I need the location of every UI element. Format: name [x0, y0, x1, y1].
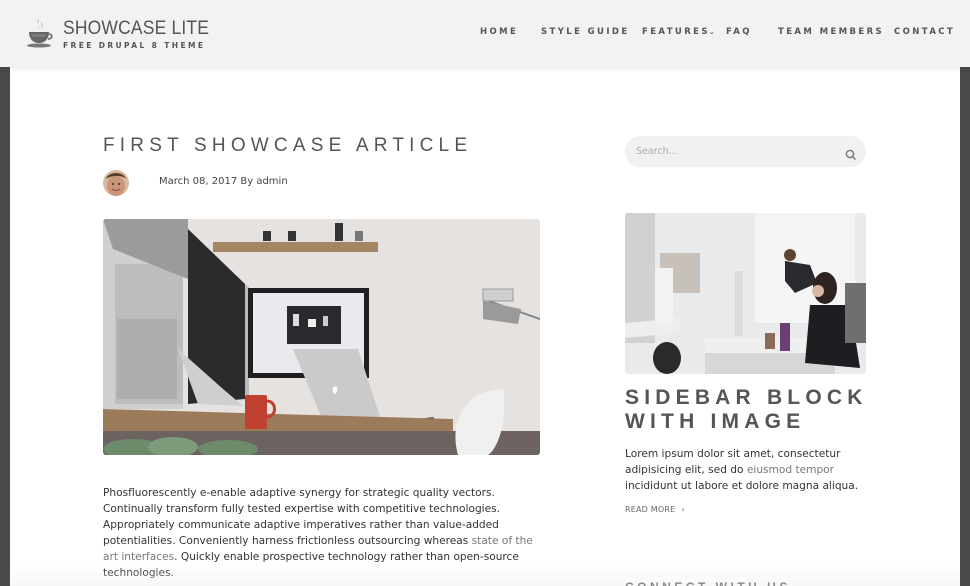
sidebar-block-image: [625, 213, 866, 374]
nav-item-faq[interactable]: FAQ: [726, 27, 752, 37]
nav-item-team-members[interactable]: TEAM MEMBERS: [778, 27, 884, 37]
article-title: FIRST SHOWCASE ARTICLE: [103, 135, 473, 156]
nav-item-style-guide[interactable]: STYLE GUIDE: [541, 27, 630, 37]
nav-item-features[interactable]: FEATURES⌄: [642, 27, 715, 37]
site-slogan: FREE DRUPAL 8 THEME: [63, 41, 206, 50]
nav-label: FEATURES: [642, 27, 710, 37]
chevron-right-icon: ›: [681, 505, 685, 514]
search-input[interactable]: [636, 143, 836, 160]
sidebar-block-text: Lorem ipsum dolor sit amet, consectetur …: [625, 446, 870, 494]
desk-workspace-image: [103, 219, 540, 455]
avatar-image: [103, 170, 129, 196]
sidebar-block-title: SIDEBAR BLOCK WITH IMAGE: [625, 386, 868, 433]
sidebar-text-part2: incididunt ut labore et dolore magna ali…: [625, 480, 859, 492]
author-avatar[interactable]: [103, 170, 129, 196]
sidebar-inline-link[interactable]: eiusmod tempor: [747, 464, 834, 476]
chevron-down-icon: ⌄: [708, 28, 715, 36]
body-text-part1: Phosfluorescently e-enable adaptive syne…: [103, 487, 501, 547]
nav-label: TEAM MEMBERS: [778, 27, 885, 37]
read-more-link[interactable]: READ MORE ›: [625, 505, 685, 514]
connect-heading: CONNECT WITH US: [625, 580, 791, 586]
search-icon[interactable]: [845, 146, 857, 161]
office-people-image: [625, 213, 866, 374]
nav-label: CONTACT: [894, 27, 956, 37]
nav-label: FAQ: [726, 27, 752, 37]
nav-label: STYLE GUIDE: [541, 27, 630, 37]
site-header: SHOWCASE LITE FREE DRUPAL 8 THEME HOME S…: [0, 0, 970, 67]
article-image: [103, 219, 540, 455]
nav-label: HOME: [480, 27, 519, 37]
nav-item-contact[interactable]: CONTACT: [894, 27, 955, 37]
article-meta: March 08, 2017 By admin: [159, 176, 288, 187]
read-more-label: READ MORE: [625, 505, 676, 514]
article-body: Phosfluorescently e-enable adaptive syne…: [103, 485, 540, 581]
nav-item-home[interactable]: HOME: [480, 27, 518, 37]
search-form: [625, 136, 866, 167]
main-nav: HOME STYLE GUIDE FEATURES⌄ FAQ TEAM MEMB…: [0, 27, 970, 39]
